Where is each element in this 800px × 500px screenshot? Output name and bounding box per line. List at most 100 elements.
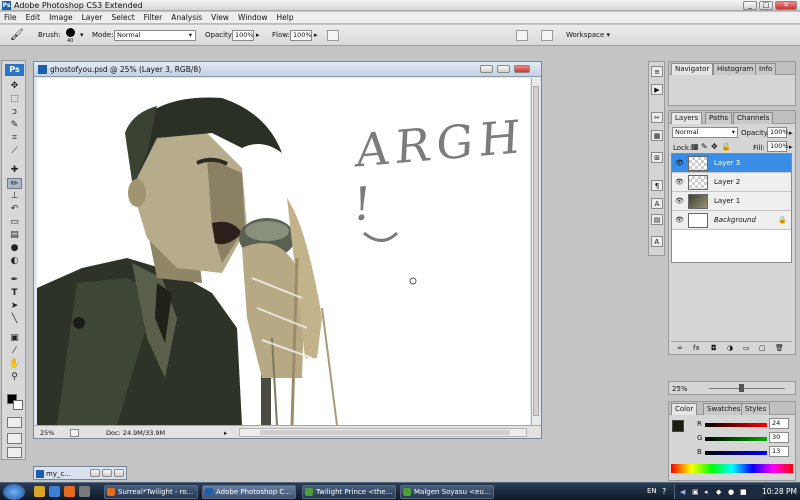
history-panel-icon[interactable]: ≡ bbox=[651, 66, 663, 77]
channel-b-slider[interactable] bbox=[705, 451, 767, 455]
move-tool-icon[interactable]: ✥ bbox=[7, 81, 22, 92]
crop-tool-icon[interactable]: ⌗ bbox=[7, 133, 22, 144]
menu-help[interactable]: Help bbox=[277, 13, 294, 22]
start-button-icon[interactable] bbox=[3, 484, 25, 500]
clone-stamp-tool-icon[interactable]: ⊥ bbox=[7, 191, 22, 202]
layer-comps-icon[interactable]: ▤ bbox=[651, 214, 663, 225]
taskbar-item-twilight[interactable]: Twilight Prince <the... bbox=[302, 485, 396, 499]
menu-analysis[interactable]: Analysis bbox=[171, 13, 202, 22]
new-group-icon[interactable]: ▭ bbox=[743, 344, 750, 352]
tab-layers[interactable]: Layers bbox=[671, 112, 703, 124]
brush-tool-preset-icon[interactable]: 🖌 bbox=[10, 28, 24, 41]
tray-arrow-icon[interactable]: ◀ bbox=[680, 488, 685, 496]
eyedropper-tool-icon[interactable]: ⁄ bbox=[7, 346, 22, 357]
dodge-tool-icon[interactable]: ◐ bbox=[7, 256, 22, 267]
document-titlebar[interactable]: ghostofyou.psd @ 25% (Layer 3, RGB/8) bbox=[34, 62, 541, 77]
status-menu-arrow-icon[interactable]: ▸ bbox=[224, 429, 227, 437]
canvas[interactable]: ARGH ! bbox=[37, 78, 530, 425]
menu-image[interactable]: Image bbox=[49, 13, 73, 22]
tab-swatches[interactable]: Swatches bbox=[703, 403, 745, 415]
brush-tool-icon[interactable]: ✏ bbox=[7, 178, 22, 189]
pen-tool-icon[interactable]: ✒ bbox=[7, 275, 22, 286]
tab-navigator[interactable]: Navigator bbox=[671, 63, 714, 75]
mode-select[interactable]: Normal ▾ bbox=[114, 30, 196, 41]
zoom-options-icon[interactable] bbox=[70, 429, 79, 437]
delete-layer-icon[interactable]: 🗑 bbox=[775, 344, 784, 352]
doc-close-icon[interactable] bbox=[514, 65, 530, 73]
color-spectrum-bar[interactable] bbox=[671, 464, 793, 473]
layer-opacity-input[interactable]: 100% bbox=[767, 127, 789, 138]
path-select-tool-icon[interactable]: ➤ bbox=[7, 301, 22, 312]
menu-window[interactable]: Window bbox=[238, 13, 268, 22]
taskbar-item-photoshop[interactable]: Adobe Photoshop C... bbox=[202, 485, 296, 499]
tab-paths[interactable]: Paths bbox=[705, 112, 733, 124]
notes-tool-icon[interactable]: ▣ bbox=[7, 333, 22, 344]
channel-g-input[interactable]: 30 bbox=[769, 432, 789, 443]
background-color-swatch[interactable] bbox=[13, 400, 23, 410]
visibility-eye-icon[interactable]: 👁 bbox=[675, 216, 684, 224]
workspace-switch-icon[interactable] bbox=[541, 30, 553, 41]
clock[interactable]: 10:28 PM bbox=[762, 487, 797, 496]
flow-input[interactable]: 100% bbox=[290, 30, 312, 41]
fill-input[interactable]: 100% bbox=[767, 141, 789, 152]
maximize-doc-icon[interactable] bbox=[102, 469, 112, 477]
tray-security-icon[interactable]: ◆ bbox=[716, 488, 721, 496]
tab-color[interactable]: Color bbox=[671, 403, 698, 415]
navigator-zoom-value[interactable]: 25% bbox=[672, 385, 688, 393]
type-tool-icon[interactable]: T bbox=[7, 288, 22, 299]
tray-app-icon[interactable]: ■ bbox=[740, 488, 747, 496]
healing-tool-icon[interactable]: ✚ bbox=[7, 165, 22, 176]
tab-channels[interactable]: Channels bbox=[733, 112, 774, 124]
quicklaunch-folder-icon[interactable] bbox=[34, 486, 45, 497]
tab-histogram[interactable]: Histogram bbox=[713, 63, 758, 75]
layer-row-layer-2[interactable]: 👁 Layer 2 bbox=[672, 173, 791, 192]
adjustment-layer-icon[interactable]: ◑ bbox=[727, 344, 733, 352]
eraser-tool-icon[interactable]: ▭ bbox=[7, 217, 22, 228]
tray-messenger-icon[interactable]: ● bbox=[728, 488, 734, 496]
tool-presets-icon[interactable]: ✂ bbox=[651, 112, 663, 123]
opacity-input[interactable]: 100% bbox=[232, 30, 254, 41]
lock-image-icon[interactable]: ✎ bbox=[701, 142, 708, 151]
opacity-arrow-icon[interactable]: ▸ bbox=[256, 31, 260, 39]
link-layers-icon[interactable]: ∞ bbox=[677, 344, 683, 352]
layer-row-layer-3[interactable]: 👁 Layer 3 bbox=[672, 154, 791, 173]
zoom-slider-track[interactable] bbox=[709, 388, 785, 389]
bridge-icon[interactable] bbox=[7, 447, 22, 458]
maximize-icon[interactable]: □ bbox=[759, 1, 773, 10]
quicklaunch-browser-icon[interactable] bbox=[49, 486, 60, 497]
quicklaunch-firefox-icon[interactable] bbox=[64, 486, 75, 497]
hand-tool-icon[interactable]: ✋ bbox=[7, 359, 22, 370]
new-layer-icon[interactable]: ▢ bbox=[759, 344, 766, 352]
foreground-color-chip[interactable] bbox=[672, 420, 684, 432]
brush-preview[interactable] bbox=[66, 28, 75, 37]
taskbar-item-malgen[interactable]: Malgen Soyasu <eu... bbox=[400, 485, 494, 499]
clone-source-icon[interactable]: ⊞ bbox=[651, 152, 663, 163]
quick-select-tool-icon[interactable]: ✎ bbox=[7, 120, 22, 131]
screen-mode-icon[interactable] bbox=[7, 433, 22, 444]
minimize-icon[interactable]: _ bbox=[743, 1, 757, 10]
lock-transparent-icon[interactable]: ▦ bbox=[691, 142, 699, 151]
gradient-tool-icon[interactable]: ▤ bbox=[7, 230, 22, 241]
workspace-menu[interactable]: Workspace ▾ bbox=[566, 31, 610, 39]
menu-filter[interactable]: Filter bbox=[144, 13, 163, 22]
zoom-tool-icon[interactable]: ⚲ bbox=[7, 372, 22, 383]
fill-arrow-icon[interactable]: ▸ bbox=[789, 143, 793, 151]
brushes-panel-icon[interactable]: ▦ bbox=[651, 130, 663, 141]
taskbar-item-firefox[interactable]: Surreal*Twilight - ro... bbox=[104, 485, 198, 499]
airbrush-toggle-icon[interactable] bbox=[327, 30, 339, 41]
close-doc-icon[interactable] bbox=[114, 469, 124, 477]
type-panel-icon[interactable]: Ꭺ bbox=[651, 236, 663, 247]
help-icon[interactable]: ? bbox=[662, 487, 666, 496]
menu-layer[interactable]: Layer bbox=[82, 13, 103, 22]
layer-style-icon[interactable]: fx bbox=[693, 344, 700, 352]
horizontal-scroll-thumb[interactable] bbox=[260, 430, 510, 435]
restore-doc-icon[interactable] bbox=[90, 469, 100, 477]
character-panel-icon[interactable]: A bbox=[651, 198, 663, 209]
doc-minimize-icon[interactable] bbox=[480, 65, 493, 73]
layer-mask-icon[interactable]: ◘ bbox=[711, 344, 717, 352]
vertical-scroll-thumb[interactable] bbox=[533, 86, 539, 416]
lock-position-icon[interactable]: ✥ bbox=[711, 142, 718, 151]
opacity-arrow-icon[interactable]: ▸ bbox=[789, 129, 793, 137]
visibility-eye-icon[interactable]: 👁 bbox=[675, 197, 684, 205]
shape-tool-icon[interactable]: ╲ bbox=[7, 314, 22, 325]
